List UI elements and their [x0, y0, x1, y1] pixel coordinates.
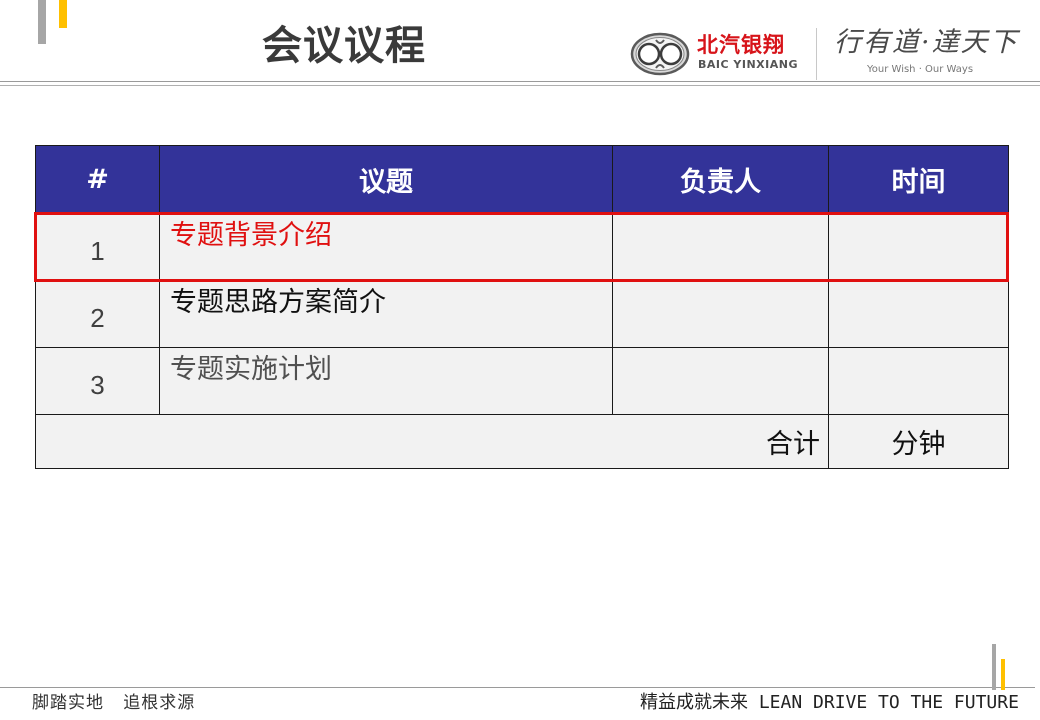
decorative-bar-gray: [992, 644, 996, 690]
total-label: 合计: [35, 414, 829, 469]
decorative-bar-yellow: [1001, 659, 1005, 690]
total-row: 合计 分钟: [35, 414, 1009, 469]
row-topic: 专题思路方案简介: [159, 280, 613, 348]
footer-divider: [0, 687, 1035, 688]
agenda-table: # 议题 负责人 时间 1 专题背景介绍 2 专题思路方案简介 3 专题实施计划…: [35, 145, 1009, 469]
row-topic: 专题背景介绍: [159, 213, 613, 281]
row-time: [828, 347, 1009, 415]
decorative-bar-gray: [38, 0, 46, 44]
decorative-bar-yellow: [59, 0, 67, 28]
total-value: 分钟: [828, 414, 1009, 469]
row-owner: [612, 347, 829, 415]
column-header-owner: 负责人: [612, 145, 829, 214]
table-row: 3 专题实施计划: [35, 347, 1009, 415]
footer-motto: 脚踏实地 追根求源: [32, 693, 196, 713]
baic-emblem-icon: [630, 32, 690, 76]
row-number: 3: [35, 347, 160, 415]
row-owner: [612, 280, 829, 348]
brand-name-en: BAIC YINXIANG: [698, 58, 798, 71]
header-divider-secondary: [0, 85, 1040, 86]
row-time: [828, 280, 1009, 348]
page-title: 会议议程: [262, 23, 426, 69]
table-row: 1 专题背景介绍: [35, 213, 1009, 281]
column-header-topic: 议题: [159, 145, 613, 214]
row-owner: [612, 213, 829, 281]
row-number: 1: [35, 213, 160, 281]
table-header-row: # 议题 负责人 时间: [35, 145, 1009, 214]
logo-divider: [816, 28, 817, 80]
footer-slogan: 精益成就未来 LEAN DRIVE TO THE FUTURE: [640, 692, 1019, 713]
column-header-time: 时间: [828, 145, 1009, 214]
row-time: [828, 213, 1009, 281]
row-topic: 专题实施计划: [159, 347, 613, 415]
header-divider: [0, 81, 1040, 82]
column-header-number: #: [35, 145, 160, 214]
table-row: 2 专题思路方案简介: [35, 280, 1009, 348]
slogan-cn: 行有道·達天下: [834, 27, 1019, 58]
row-number: 2: [35, 280, 160, 348]
slogan-en: Your Wish · Our Ways: [867, 64, 974, 75]
brand-name-cn: 北汽银翔: [697, 33, 785, 57]
